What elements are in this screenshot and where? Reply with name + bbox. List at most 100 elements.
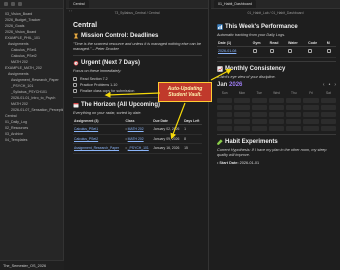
calendar-day-cell[interactable]: [268, 97, 285, 103]
sort-icon[interactable]: [18, 2, 22, 6]
calendar-day-cell[interactable]: [303, 104, 319, 110]
task-label: Practice Problems 1-10: [80, 83, 118, 87]
performance-heading: This Week's Performance: [217, 24, 336, 30]
days-left: 8: [183, 134, 202, 144]
calendar-weekday-label: Mon: [238, 90, 246, 95]
m-checkbox[interactable]: [326, 49, 331, 53]
calendar-day-cell[interactable]: [217, 104, 233, 110]
calendar-day-cell[interactable]: [217, 97, 233, 103]
hourglass-icon: [73, 33, 79, 39]
calendar-day-cell[interactable]: [234, 97, 250, 103]
calendar-day-cell[interactable]: [268, 125, 285, 131]
vault-name[interactable]: The_Semester_OS_2026: [0, 260, 64, 270]
chart-icon: [217, 24, 223, 30]
monthly-calendar: Jan 2026 ‹ • › Sun Mon Tue Wed Thu Fri Sat: [217, 82, 336, 131]
start-date-row: • Start Date: 2026-01-01: [217, 160, 260, 165]
calendar-day-cell[interactable]: [320, 97, 336, 103]
calendar-day-cell[interactable]: [217, 125, 233, 131]
calendar-day-cell[interactable]: [286, 125, 302, 131]
class-link[interactable]: _PSYCH_101: [128, 146, 149, 150]
gym-checkbox[interactable]: [252, 49, 257, 53]
file-tree: 03_Vision_Board 2026_Budget_Tracker 2026_G…: [0, 9, 63, 143]
task-checkbox[interactable]: [73, 89, 77, 93]
assignment-link[interactable]: Calculus_PSet1: [74, 127, 98, 131]
today-dot-icon[interactable]: •: [329, 82, 331, 88]
horizon-subtitle: Everything on your radar, sorted by date…: [73, 111, 142, 115]
calendar-day-cell[interactable]: [234, 118, 250, 124]
calendar-day-cell[interactable]: [303, 118, 319, 124]
chevron-left-icon[interactable]: ‹: [323, 82, 325, 88]
mission-heading: Mission Control: Deadlines: [73, 33, 202, 39]
read-checkbox[interactable]: [269, 49, 274, 53]
calendar-weekday-label: Sun: [221, 90, 228, 95]
trend-chart-icon: [217, 65, 223, 72]
calendar-day-cell[interactable]: [320, 118, 336, 124]
consistency-heading-text: Monthly Consistency: [225, 65, 286, 72]
calendar-day-cell[interactable]: [234, 125, 250, 131]
calendar-day-cell[interactable]: [303, 111, 319, 117]
consistency-subtitle: A bird's eye view of your discipline.: [217, 74, 276, 79]
calendar-day-cell[interactable]: [320, 125, 336, 131]
calendar-day-cell[interactable]: [320, 111, 336, 117]
calendar-day-cell[interactable]: [234, 111, 250, 117]
calendar-day-cell[interactable]: [251, 125, 267, 131]
days-left: 15: [183, 143, 202, 154]
calendar-day-cell[interactable]: [251, 104, 267, 110]
tab-central[interactable]: Central: [69, 0, 89, 8]
urgent-heading-text: Urgent (Next 7 Days): [81, 60, 141, 66]
calendar-day-cell[interactable]: [251, 111, 267, 117]
class-link[interactable]: MATH 202: [128, 137, 144, 141]
calendar-day-cell[interactable]: [268, 118, 285, 124]
calendar-day-cell[interactable]: [286, 104, 302, 110]
urgent-heading: Urgent (Next 7 Days): [73, 60, 202, 66]
assignment-link[interactable]: Calculus_PSet2: [74, 137, 98, 141]
calendar-day-cell[interactable]: [217, 111, 233, 117]
weekly-performance-table: Date (1) Gym Read Water Code M 2026-01-0…: [217, 40, 336, 58]
task-label: Finalize class copy for submission: [80, 89, 135, 93]
calendar-day-cell[interactable]: [286, 111, 302, 117]
habit-dashboard-pane: 01_Habit_Dashboard 01_Habit_Lab / 01_Hab…: [211, 0, 340, 270]
sidebar-item[interactable]: 04_Templates: [2, 137, 63, 143]
code-checkbox[interactable]: [308, 49, 313, 53]
calendar-day-cell[interactable]: [268, 111, 285, 117]
calendar-weekday-label: Wed: [273, 90, 280, 95]
calendar-month-label: Jan 2026: [217, 81, 243, 88]
calendar-day-cell[interactable]: [217, 118, 233, 124]
calendar-day-cell[interactable]: [303, 125, 319, 131]
breadcrumb[interactable]: 73_Syllabus_Central / Central: [114, 11, 159, 15]
central-pane: Central ‹ › 73_Syllabus_Central / Centra…: [66, 0, 209, 270]
calendar-day-cell[interactable]: [303, 97, 319, 103]
chevron-right-icon[interactable]: ›: [334, 82, 336, 88]
calendar-day-cell[interactable]: [251, 97, 267, 103]
horizon-heading-text: The Horizon (All Upcoming): [81, 102, 160, 108]
calendar-day-cell[interactable]: [268, 104, 285, 110]
new-note-icon[interactable]: [4, 2, 8, 6]
experiments-heading-text: Habit Experiments: [225, 138, 278, 145]
assignment-link[interactable]: Assignment_Research_Paper: [74, 146, 119, 150]
calendar-day-cell[interactable]: [286, 118, 302, 124]
file-explorer-sidebar: 03_Vision_Board 2026_Budget_Tracker 2026_G…: [0, 0, 64, 270]
calendar-grid: Sun Mon Tue Wed Thu Fri Sat: [217, 91, 336, 131]
hypothesis-text: Current Hypothesis: If I have my plan in…: [217, 147, 327, 157]
new-folder-icon[interactable]: [11, 2, 15, 6]
tab-habit-dashboard[interactable]: 01_Habit_Dashboard: [214, 0, 256, 8]
due-date: January 02, 2026: [152, 124, 184, 135]
task-checkbox[interactable]: [73, 83, 77, 87]
task-checkbox[interactable]: [73, 77, 77, 81]
calendar-day-cell[interactable]: [234, 104, 250, 110]
table-row: Calculus_PSet1 • MATH 202 January 02, 20…: [73, 124, 202, 135]
tab-bar: Central: [66, 0, 208, 9]
table-row: Calculus_PSet2 • MATH 202 January 09, 20…: [73, 134, 202, 144]
daily-log-link[interactable]: 2026-01-08: [218, 49, 236, 53]
water-checkbox[interactable]: [287, 49, 292, 53]
task-label: Read Section 7.2: [80, 77, 108, 81]
calendar-day-cell[interactable]: [251, 118, 267, 124]
calendar-day-cell[interactable]: [286, 97, 302, 103]
table-row: 2026-01-08: [217, 46, 336, 58]
performance-heading-text: This Week's Performance: [225, 24, 298, 30]
calendar-day-cell[interactable]: [320, 104, 336, 110]
breadcrumb[interactable]: 01_Habit_Lab / 01_Habit_Dashboard: [248, 11, 304, 15]
class-link[interactable]: MATH 202: [128, 127, 144, 131]
urgent-subtitle: Focus on these immediately:: [73, 69, 122, 73]
back-forward-icon[interactable]: ‹ ›: [69, 9, 72, 13]
